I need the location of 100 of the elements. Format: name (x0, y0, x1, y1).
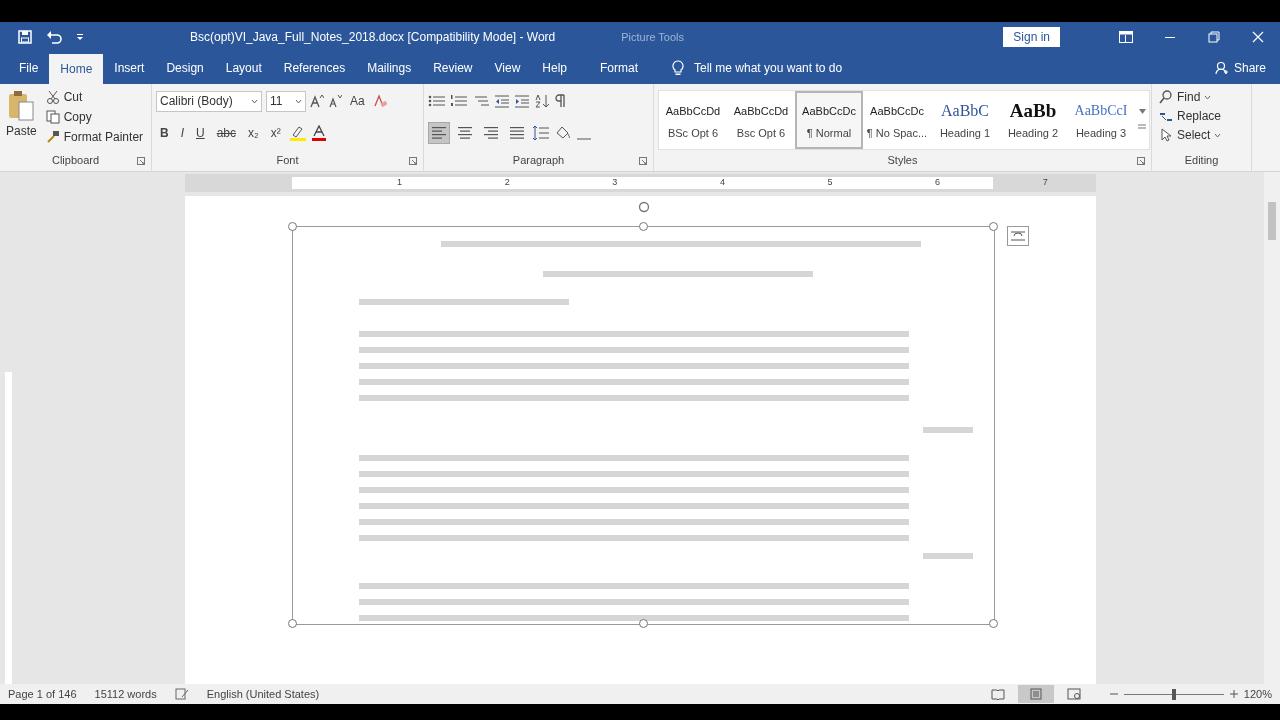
editing-button[interactable]: Find (1156, 88, 1225, 106)
format-button[interactable]: abc (212, 124, 241, 142)
dialog-launcher-icon[interactable] (639, 157, 647, 165)
font-size-field[interactable]: 11 (266, 90, 306, 112)
line-spacing-icon[interactable] (532, 125, 550, 141)
undo-icon[interactable] (46, 30, 62, 44)
zoom-in-icon[interactable] (1229, 690, 1238, 698)
scrollbar-thumb[interactable] (1268, 202, 1276, 240)
close-icon[interactable] (1252, 31, 1264, 43)
view-button[interactable] (1017, 685, 1054, 703)
ruler-number: 2 (504, 177, 510, 187)
save-icon[interactable] (18, 30, 32, 44)
resize-handle[interactable] (989, 619, 998, 628)
group-label: Editing (1184, 154, 1219, 166)
font-color-icon[interactable] (310, 125, 327, 141)
caret-icon[interactable] (1214, 132, 1222, 138)
scroll-down-icon[interactable] (1138, 109, 1146, 114)
restore-icon[interactable] (1208, 31, 1220, 43)
clipboard-button[interactable]: Copy (42, 108, 147, 126)
clipboard-button[interactable]: Format Painter (42, 128, 147, 146)
ribbon-tab[interactable]: Home (49, 54, 104, 84)
clipboard-button[interactable]: Cut (42, 88, 147, 106)
copy-icon (45, 110, 60, 124)
resize-handle[interactable] (288, 222, 297, 231)
customize-icon[interactable] (76, 33, 84, 41)
group-label: Clipboard (51, 154, 100, 166)
pilcrow-icon[interactable] (554, 94, 566, 108)
ribbon-tab[interactable]: Design (155, 54, 215, 82)
page-count[interactable]: Page 1 of 146 (8, 688, 77, 700)
resize-handle[interactable] (638, 619, 648, 628)
ribbon-tab[interactable]: Help (531, 54, 578, 82)
shading-icon[interactable] (554, 125, 572, 141)
resize-handle[interactable] (288, 619, 297, 628)
caret-icon[interactable] (295, 98, 302, 104)
format-button[interactable]: x² (266, 124, 285, 142)
ribbon-tab[interactable]: File (8, 54, 50, 82)
ribbon-tab[interactable]: View (483, 54, 532, 82)
rotate-handle-icon[interactable] (637, 201, 650, 213)
style-item[interactable]: AaBbCcDd BSc Opt 6 (659, 91, 727, 149)
style-preview: AaBb (1009, 101, 1057, 121)
dialog-launcher-icon[interactable] (1137, 157, 1145, 165)
bullets-icon[interactable] (428, 94, 446, 108)
style-item[interactable]: AaBbCcDc ¶ Normal (795, 91, 863, 149)
format-button[interactable]: I (176, 124, 188, 142)
resize-handle[interactable] (989, 222, 998, 231)
book-icon (990, 688, 1005, 700)
caret-icon[interactable] (1204, 94, 1212, 100)
style-item[interactable]: AaBbCcI Heading 3 (1067, 91, 1135, 149)
zoom-level[interactable]: 120% (1243, 688, 1272, 700)
increase-indent-icon[interactable] (514, 94, 530, 108)
sign-in-button[interactable]: Sign in (1003, 27, 1060, 47)
style-item[interactable]: AaBbCcDd Bsc Opt 6 (727, 91, 795, 149)
language[interactable]: English (United States) (206, 688, 320, 700)
align-left-button[interactable] (428, 122, 450, 144)
style-item[interactable]: AaBbCcDc ¶ No Spac... (863, 91, 931, 149)
clear-formatting-icon[interactable] (372, 94, 387, 108)
ribbon-tab[interactable]: Format (584, 54, 654, 82)
dialog-launcher-icon[interactable] (409, 157, 417, 165)
dialog-launcher-icon[interactable] (137, 157, 145, 165)
word-count[interactable]: 15112 words (94, 688, 157, 700)
font-name-field[interactable]: Calibri (Body) (156, 90, 262, 112)
format-button[interactable]: B (156, 124, 173, 142)
shrink-font-icon[interactable] (328, 94, 342, 108)
style-item[interactable]: AaBb Heading 2 (999, 91, 1067, 149)
highlighter-icon[interactable] (288, 125, 307, 141)
share-button[interactable]: Share (1208, 54, 1272, 82)
ribbon-tab[interactable]: References (272, 54, 357, 82)
numbering-icon[interactable] (450, 94, 468, 108)
editing-button[interactable]: Replace (1156, 107, 1225, 125)
ruler-number: 5 (827, 177, 833, 187)
change-case-button[interactable]: Aa (346, 92, 369, 110)
align-right-icon (483, 125, 499, 141)
format-button[interactable]: U (192, 124, 209, 142)
style-name: ¶ No Spac... (866, 127, 928, 139)
ribbon-tab[interactable]: Layout (214, 54, 273, 82)
grow-font-icon[interactable] (310, 94, 324, 108)
layout-options-icon[interactable] (1007, 226, 1029, 246)
sort-icon[interactable] (534, 94, 550, 108)
ribbon-tab[interactable]: Review (422, 54, 484, 82)
font-size-text: 11 (270, 94, 283, 108)
editing-button[interactable]: Select (1156, 126, 1225, 144)
ribbon-display-icon[interactable] (1119, 31, 1133, 43)
proofing-icon[interactable] (174, 688, 189, 700)
ruler-number: 3 (612, 177, 618, 187)
multilevel-list-icon[interactable] (472, 94, 490, 108)
style-name: ¶ Normal (806, 127, 852, 139)
paintbrush-icon (45, 130, 60, 144)
ribbon-tab[interactable]: Mailings (356, 54, 423, 82)
zoom-out-icon[interactable] (1109, 690, 1118, 698)
decrease-indent-icon[interactable] (494, 94, 510, 108)
window-title: Bsc(opt)VI_Java_Full_Notes_2018.docx [Compatibility Mode] - Word (190, 30, 556, 44)
tell-me-field[interactable]: Tell me what you want to do (692, 60, 912, 76)
format-button[interactable]: x₂ (244, 124, 263, 142)
style-preview: AaBbCcDd (733, 104, 789, 119)
caret-icon[interactable] (251, 98, 258, 104)
resize-handle[interactable] (638, 222, 648, 231)
style-item[interactable]: AaBbC Heading 1 (931, 91, 999, 149)
ribbon-tab[interactable]: Insert (103, 54, 156, 82)
align-justify-icon (509, 125, 525, 141)
paste-button[interactable]: Paste (4, 88, 39, 154)
